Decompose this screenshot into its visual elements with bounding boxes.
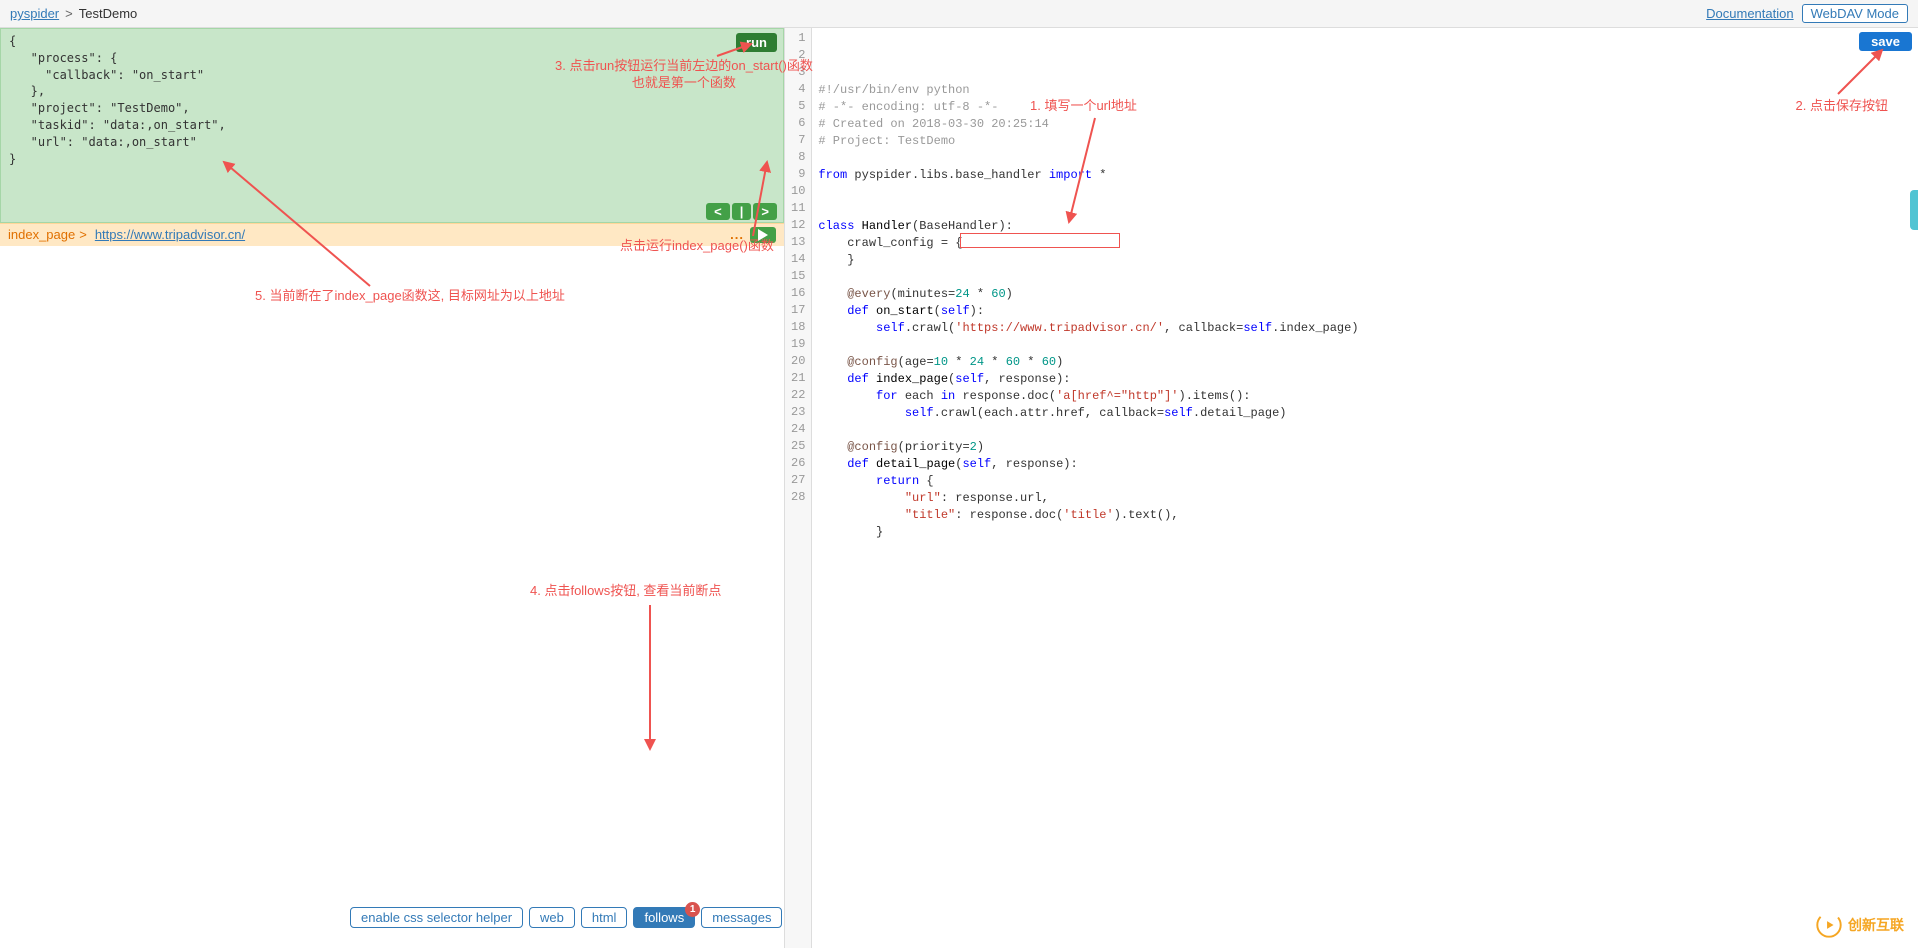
top-header: pyspider > TestDemo Documentation WebDAV… [0, 0, 1918, 28]
save-button[interactable]: save [1859, 32, 1912, 51]
header-right: Documentation WebDAV Mode [1706, 4, 1908, 23]
task-json-text: { "process": { "callback": "on_start" },… [9, 34, 226, 166]
prev-button[interactable]: < [706, 203, 730, 220]
follows-button[interactable]: follows 1 [633, 907, 695, 928]
webdav-mode-button[interactable]: WebDAV Mode [1802, 4, 1908, 23]
follows-badge: 1 [685, 902, 700, 917]
nav-buttons: < | > [706, 203, 777, 220]
annot-4: 4. 点击follows按钮, 查看当前断点 [530, 583, 721, 600]
web-button[interactable]: web [529, 907, 575, 928]
brand-logo: 创新互联 [1816, 912, 1904, 938]
gutter: 1234567891011121314151617181920212223242… [785, 28, 812, 948]
follow-row: index_page > https://www.tripadvisor.cn/… [0, 223, 784, 246]
annot-5: 5. 当前断在了index_page函数这, 目标网址为以上地址 [255, 288, 565, 305]
follow-right: ... [730, 227, 776, 243]
run-button[interactable]: run [736, 33, 777, 52]
brand-logo-text: 创新互联 [1848, 915, 1904, 935]
follow-sep: > [79, 227, 87, 242]
breadcrumb-sep: > [65, 6, 73, 21]
brand-logo-icon [1816, 912, 1842, 938]
breadcrumb-home[interactable]: pyspider [10, 6, 59, 21]
follows-label: follows [644, 910, 684, 925]
breadcrumb-project: TestDemo [79, 6, 138, 21]
arrow-4 [640, 603, 660, 753]
next-button[interactable]: > [753, 203, 777, 220]
follow-function: index_page [8, 227, 75, 242]
breadcrumb: pyspider > TestDemo [10, 6, 137, 21]
code-body[interactable]: #!/usr/bin/env python# -*- encoding: utf… [812, 28, 1918, 948]
left-pane: { "process": { "callback": "on_start" },… [0, 28, 785, 948]
documentation-link[interactable]: Documentation [1706, 6, 1793, 21]
edge-tab[interactable] [1910, 190, 1918, 230]
play-button[interactable] [750, 227, 776, 243]
right-pane: save 12345678910111213141516171819202122… [785, 28, 1918, 948]
code-editor[interactable]: 1234567891011121314151617181920212223242… [785, 28, 1918, 948]
css-selector-button[interactable]: enable css selector helper [350, 907, 523, 928]
follow-url[interactable]: https://www.tripadvisor.cn/ [95, 227, 245, 242]
play-icon [758, 229, 768, 241]
html-button[interactable]: html [581, 907, 628, 928]
messages-button[interactable]: messages [701, 907, 782, 928]
main-split: { "process": { "callback": "on_start" },… [0, 28, 1918, 948]
task-json-block: { "process": { "callback": "on_start" },… [0, 28, 784, 223]
bar-button[interactable]: | [732, 203, 752, 220]
more-icon[interactable]: ... [730, 227, 744, 242]
bottom-tab-bar: enable css selector helper web html foll… [350, 907, 782, 928]
